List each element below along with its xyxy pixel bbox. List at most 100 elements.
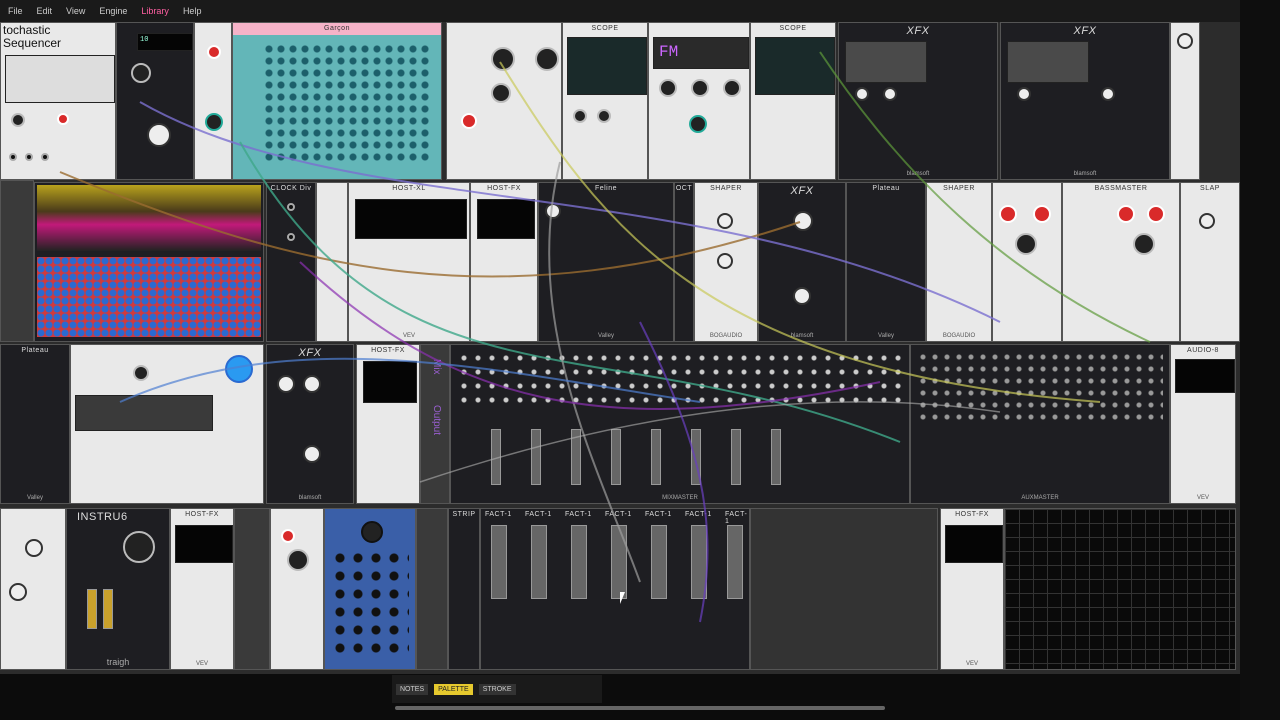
bass-knob[interactable] [1133,233,1155,255]
mixmaster-knobs[interactable] [457,351,903,411]
mix-fader[interactable] [571,429,581,485]
seq-jack[interactable] [41,153,49,161]
narrow-util-module[interactable] [1170,22,1200,180]
clock-jack[interactable] [287,233,295,241]
pattern-knob[interactable] [133,365,149,381]
fact-slider[interactable] [491,525,507,599]
scope-knob[interactable] [597,109,611,123]
mix-fader[interactable] [771,429,781,485]
empty-slot[interactable] [750,508,938,670]
row2-left-module[interactable] [0,180,34,342]
clock-jack[interactable] [287,203,295,211]
bassmaster-module[interactable]: BASSMASTER [1062,182,1180,342]
host-xl-module[interactable]: HOST-XL VEV [348,182,470,342]
row4-knob[interactable] [25,539,43,557]
mix-fader[interactable] [531,429,541,485]
pattern-knob-blue[interactable] [225,355,253,383]
palette-button[interactable]: PALETTE [434,683,473,695]
shaper-module-1[interactable]: SHAPER BOGAUDIO [694,182,758,342]
auxmaster-module[interactable]: AUXMASTER [910,344,1170,504]
mix-fader[interactable] [691,429,701,485]
drum-sequencer-module[interactable]: Garçon [232,22,442,180]
instru-fader[interactable] [103,589,113,629]
osc-knob[interactable] [491,83,511,103]
xfx-knob[interactable] [883,87,897,101]
shaper-module-2[interactable]: SHAPER BOGAUDIO [926,182,992,342]
clock-knob-big[interactable] [147,123,171,147]
stereo-knob-red[interactable] [999,205,1017,223]
fm-module[interactable]: FM [648,22,750,180]
small-module[interactable] [316,182,348,342]
fm-knob[interactable] [691,79,709,97]
host-fx-module-2[interactable]: HOST-FX [356,344,420,504]
module-rack[interactable]: tochastic Sequencer 10 Garçon SCOPE FM S… [0,22,1240,674]
plateau-module-1[interactable]: Plateau Valley [846,182,926,342]
fact-slider[interactable] [691,525,707,599]
host-fx-module-3[interactable]: HOST-FX VEV [170,508,234,670]
mixmaster-module[interactable]: MIXMASTER [450,344,910,504]
xfx-knob[interactable] [1101,87,1115,101]
clock-div-module[interactable]: CLOCK Div [266,182,316,342]
seq-knob[interactable] [11,113,25,127]
fact-modules[interactable]: FACT-1 FACT-1 FACT-1 FACT-1 FACT-1 FACT-… [480,508,750,670]
utilities-module[interactable] [416,508,448,670]
util-knob-teal[interactable] [205,113,223,131]
drum-grid[interactable] [263,43,433,163]
instru-fader[interactable] [87,589,97,629]
seq-knob-red[interactable] [57,113,69,125]
row4-knob[interactable] [9,583,27,601]
scope-module-1[interactable]: SCOPE [562,22,648,180]
stereo-knob-red[interactable] [1033,205,1051,223]
xfx-wave-module-1[interactable]: XFX blamsoft [838,22,998,180]
mix-output-module[interactable]: Mix Output [420,344,450,504]
mix-fader[interactable] [491,429,501,485]
osc-knob[interactable] [491,47,515,71]
instru-module[interactable]: INSTRU6 traigh [66,508,170,670]
blue-synth-module[interactable] [324,508,416,670]
row4-osc-module[interactable] [270,508,324,670]
shaper-knob[interactable] [717,213,733,229]
feline-knob[interactable] [545,203,561,219]
fm-knob[interactable] [723,79,741,97]
stochastic-sequencer-module[interactable]: tochastic Sequencer [0,22,116,180]
auxmaster-knobs[interactable] [917,351,1163,421]
fact-slider[interactable] [571,525,587,599]
scope-knob[interactable] [573,109,587,123]
mix-fader[interactable] [651,429,661,485]
osc-knob[interactable] [535,47,559,71]
host-fx-module-4[interactable]: HOST-FX VEV [940,508,1004,670]
seq-jack[interactable] [25,153,33,161]
xfx3-knob[interactable] [793,211,813,231]
feline-module[interactable]: Feline Valley [538,182,674,342]
stereo-knob[interactable] [1015,233,1037,255]
blue-synth-knob[interactable] [361,521,383,543]
menu-view[interactable]: View [66,6,85,16]
notes-button[interactable]: NOTES [396,683,429,695]
row4-narrow-module[interactable] [234,508,270,670]
xfx-wave-module-2[interactable]: XFX blamsoft [1000,22,1170,180]
menu-file[interactable]: File [8,6,23,16]
util-knob-red[interactable] [207,45,221,59]
row4-left-module[interactable] [0,508,66,670]
stroke-button[interactable]: STROKE [478,683,516,695]
oct-module[interactable]: OCT [674,182,694,342]
xfx4-knob[interactable] [277,375,295,393]
fact-slider[interactable] [611,525,627,599]
oscillator-module[interactable] [446,22,562,180]
sequencer-bars[interactable] [5,55,115,103]
audio8-module[interactable]: AUDIO-8 VEV [1170,344,1236,504]
clock-knob[interactable] [131,63,151,83]
mix-fader[interactable] [611,429,621,485]
musicalbox-module[interactable] [34,182,264,342]
menu-help[interactable]: Help [183,6,202,16]
horizontal-scrollbar[interactable] [395,706,885,710]
menu-edit[interactable]: Edit [37,6,53,16]
util-knob[interactable] [1177,33,1193,49]
small-util-module[interactable] [194,22,232,180]
menu-library[interactable]: Library [141,6,169,16]
blue-synth-knobs[interactable] [331,549,409,659]
row4-knob-red[interactable] [281,529,295,543]
fact-slider[interactable] [727,525,743,599]
clock-module[interactable]: 10 [116,22,194,180]
osc-knob-red[interactable] [461,113,477,129]
